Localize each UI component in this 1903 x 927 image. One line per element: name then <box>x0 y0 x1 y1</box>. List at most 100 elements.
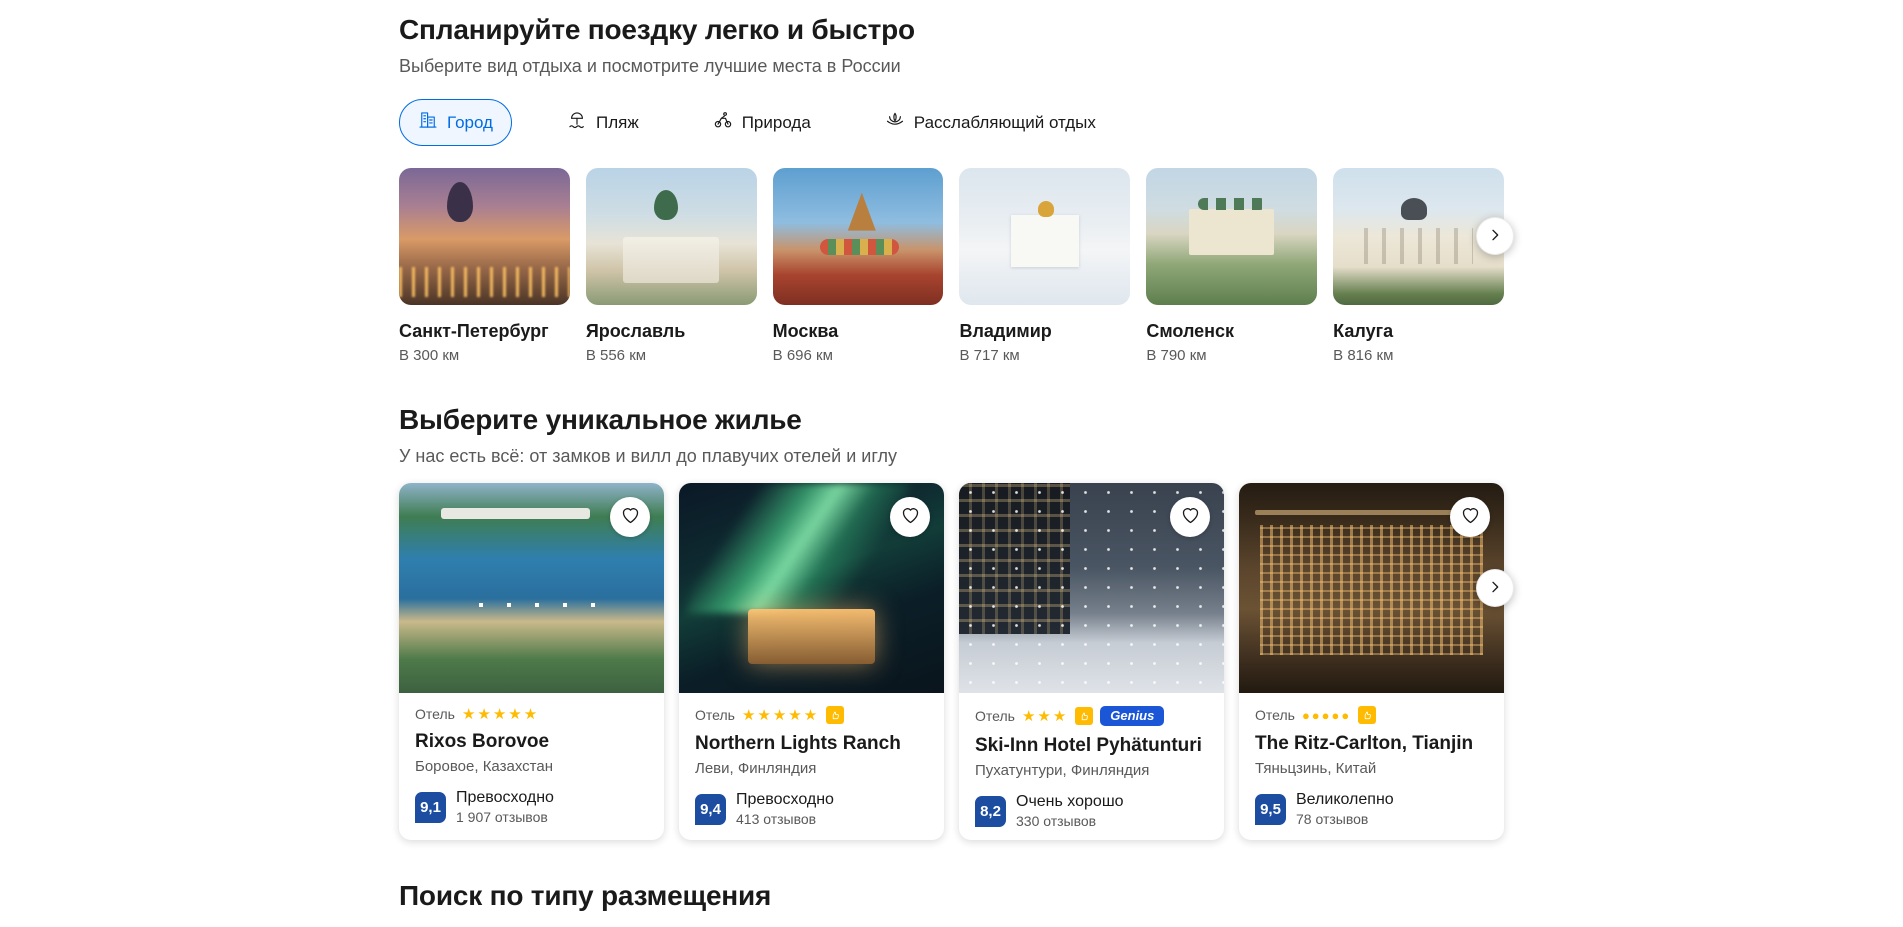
city-card-smolensk[interactable]: Смоленск В 790 км <box>1146 168 1317 364</box>
city-photo-moscow <box>773 168 944 305</box>
property-type-label: Отель <box>1255 707 1295 723</box>
star-rating: ★★★ <box>1022 709 1068 724</box>
review-text: Очень хорошо 330 отзывов <box>1016 792 1124 830</box>
city-card-saint-petersburg[interactable]: Санкт-Петербург В 300 км <box>399 168 570 364</box>
review-score-row: 9,5 Великолепно 78 отзывов <box>1255 790 1488 828</box>
save-to-wishlist-button[interactable] <box>890 497 930 537</box>
review-score-word: Великолепно <box>1296 790 1394 810</box>
property-type-row: Отель ★★★★★ <box>695 706 928 724</box>
review-score-row: 9,4 Превосходно 413 отзывов <box>695 790 928 828</box>
city-name: Ярославль <box>586 321 757 342</box>
chevron-right-icon <box>1487 579 1503 598</box>
property-type-label: Отель <box>415 706 455 722</box>
city-distance: В 556 км <box>586 347 757 364</box>
cities-carousel: Санкт-Петербург В 300 км Ярославль В 556… <box>399 168 1504 364</box>
property-type-row: Отель ●●●●● <box>1255 706 1488 724</box>
review-count: 330 отзывов <box>1016 812 1124 830</box>
property-info: Отель ★★★ Genius Ski-Inn Hotel Pyhätuntu… <box>959 693 1224 840</box>
city-photo-smolensk <box>1146 168 1317 305</box>
review-score-badge: 8,2 <box>975 796 1006 827</box>
property-card-ski-inn-pyhatunturi[interactable]: Отель ★★★ Genius Ski-Inn Hotel Pyhätuntu… <box>959 483 1224 840</box>
city-card-vladimir[interactable]: Владимир В 717 км <box>959 168 1130 364</box>
city-distance: В 300 км <box>399 347 570 364</box>
city-distance: В 696 км <box>773 347 944 364</box>
tab-nature[interactable]: Природа <box>694 99 830 146</box>
property-card-rixos-borovoe[interactable]: Отель ★★★★★ Rixos Borovoe Боровое, Казах… <box>399 483 664 840</box>
tab-beach[interactable]: Пляж <box>548 99 658 146</box>
city-buildings-icon <box>418 110 438 135</box>
section-subtitle-trip-planner: Выберите вид отдыха и посмотрите лучшие … <box>399 56 1504 77</box>
property-name: Northern Lights Ranch <box>695 733 928 755</box>
heart-icon <box>620 505 641 529</box>
review-score-word: Превосходно <box>456 788 554 808</box>
beach-umbrella-icon <box>567 110 587 135</box>
property-type-section: Поиск по типу размещения <box>399 880 1504 927</box>
property-location: Леви, Финляндия <box>695 760 928 777</box>
property-name: Rixos Borovoe <box>415 731 648 753</box>
review-text: Превосходно 413 отзывов <box>736 790 834 828</box>
section-title-property-type: Поиск по типу размещения <box>399 880 1504 912</box>
property-type-row: Отель ★★★ Genius <box>975 706 1208 726</box>
city-card-kaluga[interactable]: Калуга В 816 км <box>1333 168 1504 364</box>
review-score-row: 9,1 Превосходно 1 907 отзывов <box>415 788 648 826</box>
unique-stays-section: Выберите уникальное жилье У нас есть всё… <box>399 404 1504 840</box>
city-distance: В 717 км <box>959 347 1130 364</box>
property-location: Боровое, Казахстан <box>415 758 648 775</box>
heart-icon <box>1460 505 1481 529</box>
trip-planner-section: Спланируйте поездку легко и быстро Выбер… <box>399 14 1504 364</box>
review-score-word: Превосходно <box>736 790 834 810</box>
main-content: Спланируйте поездку легко и быстро Выбер… <box>399 0 1504 927</box>
review-text: Превосходно 1 907 отзывов <box>456 788 554 826</box>
genius-badge: Genius <box>1100 706 1164 726</box>
tab-nature-label: Природа <box>742 113 811 133</box>
city-distance: В 816 км <box>1333 347 1504 364</box>
chevron-right-icon <box>1487 227 1503 246</box>
section-title-unique-stays: Выберите уникальное жилье <box>399 404 1504 436</box>
property-type-row: Отель ★★★★★ <box>415 706 648 722</box>
city-name: Смоленск <box>1146 321 1317 342</box>
property-location: Тяньцзинь, Китай <box>1255 760 1488 777</box>
city-distance: В 790 км <box>1146 347 1317 364</box>
cities-grid: Санкт-Петербург В 300 км Ярославль В 556… <box>399 168 1504 364</box>
city-photo-vladimir <box>959 168 1130 305</box>
star-rating: ★★★★★ <box>742 708 819 723</box>
city-name: Санкт-Петербург <box>399 321 570 342</box>
tab-beach-label: Пляж <box>596 113 639 133</box>
review-count: 78 отзывов <box>1296 810 1394 828</box>
quality-rating-thumbsup-icon <box>1358 706 1376 724</box>
trip-type-tabs: Город Пляж Природа Расслабляющий отдых <box>399 99 1504 146</box>
property-info: Отель ★★★★★ Northern Lights Ranch Леви, … <box>679 693 944 840</box>
save-to-wishlist-button[interactable] <box>1170 497 1210 537</box>
section-subtitle-unique-stays: У нас есть всё: от замков и вилл до плав… <box>399 446 1504 467</box>
property-info: Отель ●●●●● The Ritz-Carlton, Tianjin Тя… <box>1239 693 1504 840</box>
tab-relax-label: Расслабляющий отдых <box>914 113 1096 133</box>
lotus-icon <box>885 110 905 135</box>
circle-rating: ●●●●● <box>1302 709 1351 722</box>
city-card-moscow[interactable]: Москва В 696 км <box>773 168 944 364</box>
save-to-wishlist-button[interactable] <box>610 497 650 537</box>
city-photo-yaroslavl <box>586 168 757 305</box>
quality-rating-thumbsup-icon <box>1075 707 1093 725</box>
property-card-northern-lights-ranch[interactable]: Отель ★★★★★ Northern Lights Ranch Леви, … <box>679 483 944 840</box>
property-name: Ski-Inn Hotel Pyhätunturi <box>975 735 1208 757</box>
city-name: Калуга <box>1333 321 1504 342</box>
property-type-label: Отель <box>975 708 1015 724</box>
review-count: 413 отзывов <box>736 810 834 828</box>
tab-city[interactable]: Город <box>399 99 512 146</box>
property-card-ritz-carlton-tianjin[interactable]: Отель ●●●●● The Ritz-Carlton, Tianjin Тя… <box>1239 483 1504 840</box>
cities-next-button[interactable] <box>1476 217 1514 255</box>
properties-next-button[interactable] <box>1476 569 1514 607</box>
property-info: Отель ★★★★★ Rixos Borovoe Боровое, Казах… <box>399 693 664 840</box>
save-to-wishlist-button[interactable] <box>1450 497 1490 537</box>
city-name: Владимир <box>959 321 1130 342</box>
tab-relax[interactable]: Расслабляющий отдых <box>866 99 1115 146</box>
city-card-yaroslavl[interactable]: Ярославль В 556 км <box>586 168 757 364</box>
properties-grid: Отель ★★★★★ Rixos Borovoe Боровое, Казах… <box>399 483 1504 840</box>
review-score-row: 8,2 Очень хорошо 330 отзывов <box>975 792 1208 830</box>
property-name: The Ritz-Carlton, Tianjin <box>1255 733 1488 755</box>
heart-icon <box>900 505 921 529</box>
properties-carousel: Отель ★★★★★ Rixos Borovoe Боровое, Казах… <box>399 483 1504 840</box>
city-photo-saint-petersburg <box>399 168 570 305</box>
review-score-badge: 9,1 <box>415 792 446 823</box>
review-text: Великолепно 78 отзывов <box>1296 790 1394 828</box>
